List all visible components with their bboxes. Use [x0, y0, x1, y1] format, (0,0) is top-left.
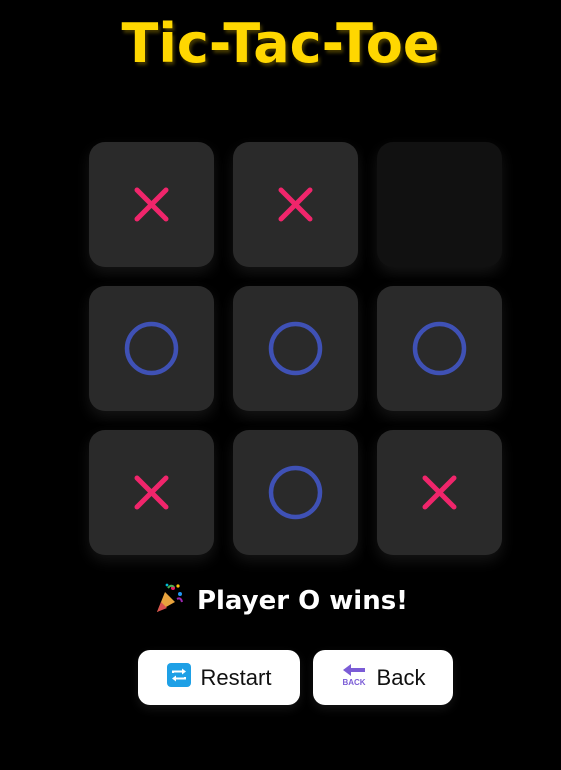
board-cell-2-2[interactable] [377, 430, 502, 555]
back-arrow-icon: BACK [341, 662, 367, 694]
game-board [89, 142, 502, 555]
o-mark-icon [412, 321, 467, 376]
o-mark-icon [268, 465, 323, 520]
back-button[interactable]: BACK Back [313, 650, 453, 705]
x-mark-icon [278, 187, 313, 222]
o-mark-icon [268, 321, 323, 376]
game-title: Tic-Tac-Toe [121, 12, 440, 75]
board-cell-0-2[interactable] [377, 142, 502, 267]
x-mark-icon [134, 187, 169, 222]
restart-label: Restart [200, 664, 272, 690]
restart-button[interactable]: Restart [138, 650, 300, 705]
board-cell-2-1[interactable] [233, 430, 358, 555]
board-cell-0-0[interactable] [89, 142, 214, 267]
repeat-icon [166, 662, 191, 693]
status-text: Player O wins! [196, 586, 409, 616]
game-status: Player O wins! [0, 580, 561, 622]
board-cell-1-0[interactable] [89, 286, 214, 411]
back-icon-text: BACK [342, 678, 365, 687]
o-mark-icon [124, 321, 179, 376]
game-page: Tic-Tac-Toe Player O wins! Restart BACK … [0, 0, 561, 770]
party-popper-icon [153, 582, 185, 614]
back-label: Back [376, 664, 426, 690]
x-mark-icon [422, 475, 457, 510]
board-cell-0-1[interactable] [233, 142, 358, 267]
board-cell-1-1[interactable] [233, 286, 358, 411]
board-cell-2-0[interactable] [89, 430, 214, 555]
board-cell-1-2[interactable] [377, 286, 502, 411]
x-mark-icon [134, 475, 169, 510]
